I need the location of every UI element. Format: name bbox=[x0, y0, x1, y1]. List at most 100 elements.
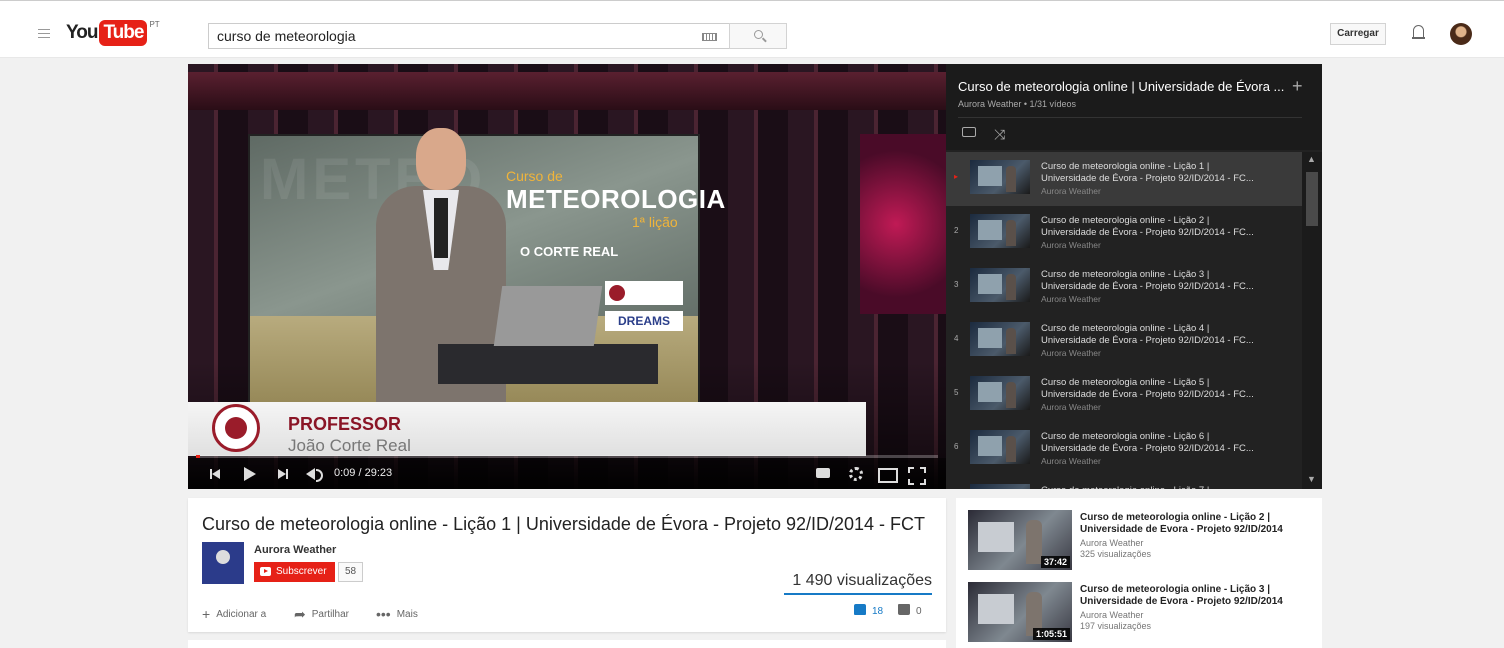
channel-name[interactable]: Aurora Weather bbox=[254, 544, 336, 556]
scrollbar-thumb[interactable] bbox=[1306, 172, 1318, 226]
related-views: 197 visualizações bbox=[1080, 621, 1152, 631]
related-title-2[interactable]: Universidade de Évora - Projeto 92/ID/20… bbox=[1080, 596, 1316, 607]
related-video-item[interactable]: 37:42 Curso de meteorologia online - Liçã… bbox=[968, 510, 1318, 574]
shuffle-icon[interactable]: ⤨ bbox=[994, 126, 1005, 143]
video-duration: 1:05:51 bbox=[1032, 628, 1070, 640]
playlist-item-title-2: Universidade de Évora - Projeto 92/ID/20… bbox=[1041, 227, 1254, 238]
video-player[interactable]: METEO Curso de METEOROLOGIA 1ª lição O C… bbox=[188, 64, 946, 489]
loop-icon[interactable] bbox=[962, 127, 976, 137]
like-ratio-bar bbox=[784, 593, 932, 595]
upload-button[interactable]: Carregar bbox=[1330, 23, 1386, 45]
search-box bbox=[208, 23, 730, 49]
playlist-item[interactable]: 7Curso de meteorologia online - Lição 7 … bbox=[946, 476, 1302, 489]
search-button[interactable] bbox=[729, 23, 787, 49]
playlist-item-index: 4 bbox=[954, 334, 959, 343]
notifications-bell-icon[interactable] bbox=[1412, 25, 1425, 42]
playlist-item[interactable]: 2 Curso de meteorologia online - Lição 2 … bbox=[946, 206, 1302, 260]
playlist-item-channel: Aurora Weather bbox=[1041, 186, 1101, 196]
playlist-item-title: Curso de meteorologia online - Lição 1 | bbox=[1041, 161, 1210, 172]
playlist-item-title: Curso de meteorologia online - Lição 5 | bbox=[1041, 377, 1210, 388]
university-seal-icon bbox=[212, 404, 260, 452]
playlist-item-index: ▸ bbox=[954, 172, 959, 181]
player-controls: 0:09 / 29:23 bbox=[188, 458, 946, 489]
share-arrow-icon: ➦ bbox=[294, 606, 306, 622]
related-videos: 37:42 Curso de meteorologia online - Liçã… bbox=[956, 498, 1322, 648]
playlist-item[interactable]: 3 Curso de meteorologia online - Lição 3 … bbox=[946, 260, 1302, 314]
related-thumbnail[interactable]: 37:42 bbox=[968, 510, 1072, 570]
playlist-item-thumbnail bbox=[970, 484, 1030, 489]
dreams-logo: DREAMS bbox=[605, 311, 683, 331]
like-button[interactable]: 18 bbox=[854, 604, 883, 617]
playlist-item-title-2: Universidade de Évora - Projeto 92/ID/20… bbox=[1041, 335, 1254, 346]
screen-title-large: METEOROLOGIA bbox=[506, 184, 726, 214]
playlist-item[interactable]: ▸ Curso de meteorologia online - Lição 1 … bbox=[946, 152, 1302, 206]
share-button[interactable]: ➦ Partilhar bbox=[294, 606, 349, 623]
previous-icon[interactable] bbox=[208, 458, 220, 489]
playlist-item-title-2: Universidade de Évora - Projeto 92/ID/20… bbox=[1041, 173, 1254, 184]
playlist-item-thumbnail bbox=[970, 160, 1030, 194]
volume-icon[interactable] bbox=[304, 458, 323, 489]
add-playlist-icon[interactable]: + bbox=[1292, 76, 1303, 97]
video-duration: 37:42 bbox=[1040, 556, 1070, 568]
related-channel: Aurora Weather bbox=[1080, 610, 1144, 620]
playlist-item-channel: Aurora Weather bbox=[1041, 456, 1101, 466]
playlist-header: Curso de meteorologia online | Universid… bbox=[946, 64, 1322, 150]
user-avatar[interactable] bbox=[1450, 23, 1472, 45]
related-views: 325 visualizações bbox=[1080, 549, 1152, 559]
keyboard-icon[interactable] bbox=[702, 33, 717, 41]
scroll-up-icon[interactable]: ▲ bbox=[1307, 154, 1316, 164]
playlist-item-title-2: Universidade de Évora - Projeto 92/ID/20… bbox=[1041, 443, 1254, 454]
playlist-item-title: Curso de meteorologia online - Lição 2 | bbox=[1041, 215, 1210, 226]
playlist-item-thumbnail bbox=[970, 430, 1030, 464]
playlist-item-index: 3 bbox=[954, 280, 959, 289]
theater-mode-icon[interactable] bbox=[878, 458, 898, 489]
menu-icon[interactable] bbox=[38, 29, 50, 38]
playlist-item-title-2: Universidade de Évora - Projeto 92/ID/20… bbox=[1041, 389, 1254, 400]
fullscreen-icon[interactable] bbox=[908, 458, 926, 489]
region-code: PT bbox=[149, 20, 160, 29]
subscribe-button[interactable]: Subscrever bbox=[254, 562, 335, 582]
subtitles-icon[interactable] bbox=[816, 458, 830, 489]
playlist-item-thumbnail bbox=[970, 376, 1030, 410]
playlist-item-index: 5 bbox=[954, 388, 959, 397]
plus-icon: + bbox=[202, 606, 211, 622]
playlist-panel: Curso de meteorologia online | Universid… bbox=[946, 64, 1322, 489]
search-input[interactable] bbox=[209, 24, 689, 48]
subscriber-count: 58 bbox=[338, 562, 364, 582]
playlist-item-thumbnail bbox=[970, 214, 1030, 248]
more-button[interactable]: ••• Mais bbox=[376, 606, 418, 622]
related-thumbnail[interactable]: 1:05:51 bbox=[968, 582, 1072, 642]
playlist-item-channel: Aurora Weather bbox=[1041, 348, 1101, 358]
university-logo bbox=[605, 281, 683, 305]
add-to-button[interactable]: + Adicionar a bbox=[202, 606, 266, 622]
lower-third-role: PROFESSOR bbox=[288, 414, 402, 434]
related-title-2[interactable]: Universidade de Évora - Projeto 92/ID/20… bbox=[1080, 524, 1316, 535]
view-count: 1 490 visualizações bbox=[792, 572, 932, 589]
search-icon bbox=[754, 30, 763, 39]
logo-you: You bbox=[66, 22, 99, 43]
playlist-item-title: Curso de meteorologia online - Lição 3 | bbox=[1041, 269, 1210, 280]
playlist-item-index: 2 bbox=[954, 226, 959, 235]
studio-map-screen bbox=[860, 134, 946, 314]
dislike-button[interactable]: 0 bbox=[898, 604, 922, 617]
playlist-scrollbar[interactable]: ▲ ▼ bbox=[1302, 152, 1322, 489]
related-title[interactable]: Curso de meteorologia online - Lição 3 | bbox=[1080, 584, 1316, 595]
playlist-item[interactable]: 4 Curso de meteorologia online - Lição 4 … bbox=[946, 314, 1302, 368]
playlist-title[interactable]: Curso de meteorologia online | Universid… bbox=[958, 79, 1288, 94]
masthead: You Tube PT Carregar bbox=[0, 0, 1504, 58]
related-video-item[interactable]: 1:05:51 Curso de meteorologia online - Li… bbox=[968, 582, 1318, 646]
scroll-down-icon[interactable]: ▼ bbox=[1307, 474, 1316, 484]
playlist-item-channel: Aurora Weather bbox=[1041, 240, 1101, 250]
settings-gear-icon[interactable] bbox=[848, 458, 863, 489]
youtube-logo[interactable]: You Tube PT bbox=[66, 20, 160, 46]
next-icon[interactable] bbox=[276, 458, 288, 489]
related-title[interactable]: Curso de meteorologia online - Lição 2 | bbox=[1080, 512, 1316, 523]
playlist-item[interactable]: 5 Curso de meteorologia online - Lição 5 … bbox=[946, 368, 1302, 422]
description-card bbox=[188, 640, 946, 648]
playlist-item[interactable]: 6 Curso de meteorologia online - Lição 6 … bbox=[946, 422, 1302, 476]
play-icon[interactable] bbox=[242, 458, 256, 489]
channel-avatar[interactable] bbox=[202, 542, 244, 584]
playlist-list: ▸ Curso de meteorologia online - Lição 1 … bbox=[946, 152, 1302, 489]
playlist-item-title: Curso de meteorologia online - Lição 4 | bbox=[1041, 323, 1210, 334]
screen-lesson: 1ª lição bbox=[632, 214, 678, 230]
